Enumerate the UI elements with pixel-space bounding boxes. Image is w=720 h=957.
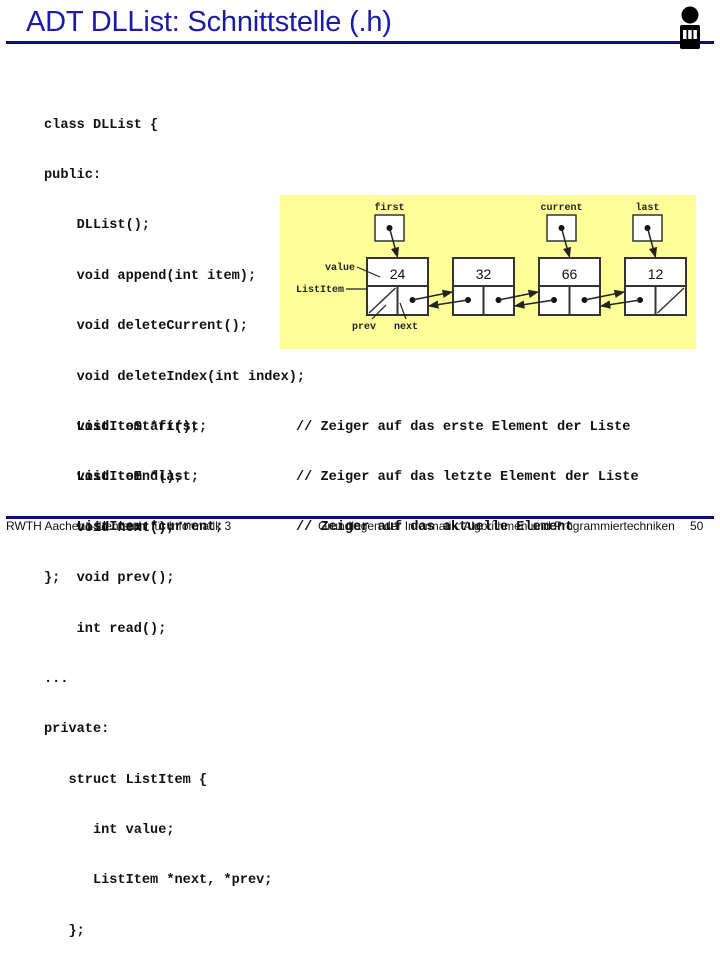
page-number: 50 <box>690 519 704 533</box>
linked-list-diagram: 24 32 66 12 first current last value ListItem pre… <box>280 195 696 349</box>
class-closing-brace: }; <box>44 570 61 586</box>
member-decl-last: ListItem *last; <box>44 469 199 485</box>
member-declarations: ListItem *first; ListItem *last; ListIte… <box>44 386 223 604</box>
code-line: public: <box>44 167 102 183</box>
code-line: class DLList { <box>44 117 159 133</box>
code-line: void append(int item); <box>44 268 257 284</box>
node-value: 12 <box>648 266 664 282</box>
annotation-value: value <box>325 262 355 274</box>
footer-institution: RWTH Aachen – Lehrstuhl für Informatik 3 <box>6 519 232 533</box>
node-value: 66 <box>562 266 578 282</box>
linked-list-svg: 24 32 66 12 first current last value ListItem pre… <box>296 202 687 333</box>
title-rule <box>6 41 714 44</box>
pointer-label-last: last <box>635 202 659 214</box>
code-line: int read(); <box>44 621 167 637</box>
code-line: ... <box>44 671 69 687</box>
comment-last: // Zeiger auf das letzte Element der Lis… <box>296 469 639 485</box>
person-logo-icon <box>680 6 700 49</box>
code-line: }; <box>44 923 85 939</box>
code-line: void deleteIndex(int index); <box>44 369 306 385</box>
slide-title: ADT DLList: Schnittstelle (.h) <box>26 6 392 38</box>
annotation-next: next <box>394 322 418 333</box>
node-value: 32 <box>476 266 492 282</box>
code-line: DLList(); <box>44 218 151 234</box>
pointer-label-current: current <box>540 203 582 214</box>
member-decl-first: ListItem *first; <box>44 419 208 435</box>
annotation-prev: prev <box>352 322 376 333</box>
code-line: ListItem *next, *prev; <box>44 873 273 889</box>
node-value: 24 <box>390 266 406 282</box>
code-line: int value; <box>44 823 175 839</box>
code-line: struct ListItem { <box>44 772 208 788</box>
code-line: void deleteCurrent(); <box>44 319 248 335</box>
comment-first: // Zeiger auf das erste Element der List… <box>296 419 631 435</box>
pointer-label-first: first <box>374 202 404 214</box>
code-line: private: <box>44 722 110 738</box>
annotation-listitem: ListItem <box>296 284 344 296</box>
footer-course: Grundlagen der Informatik: Algorithmen u… <box>318 519 675 533</box>
